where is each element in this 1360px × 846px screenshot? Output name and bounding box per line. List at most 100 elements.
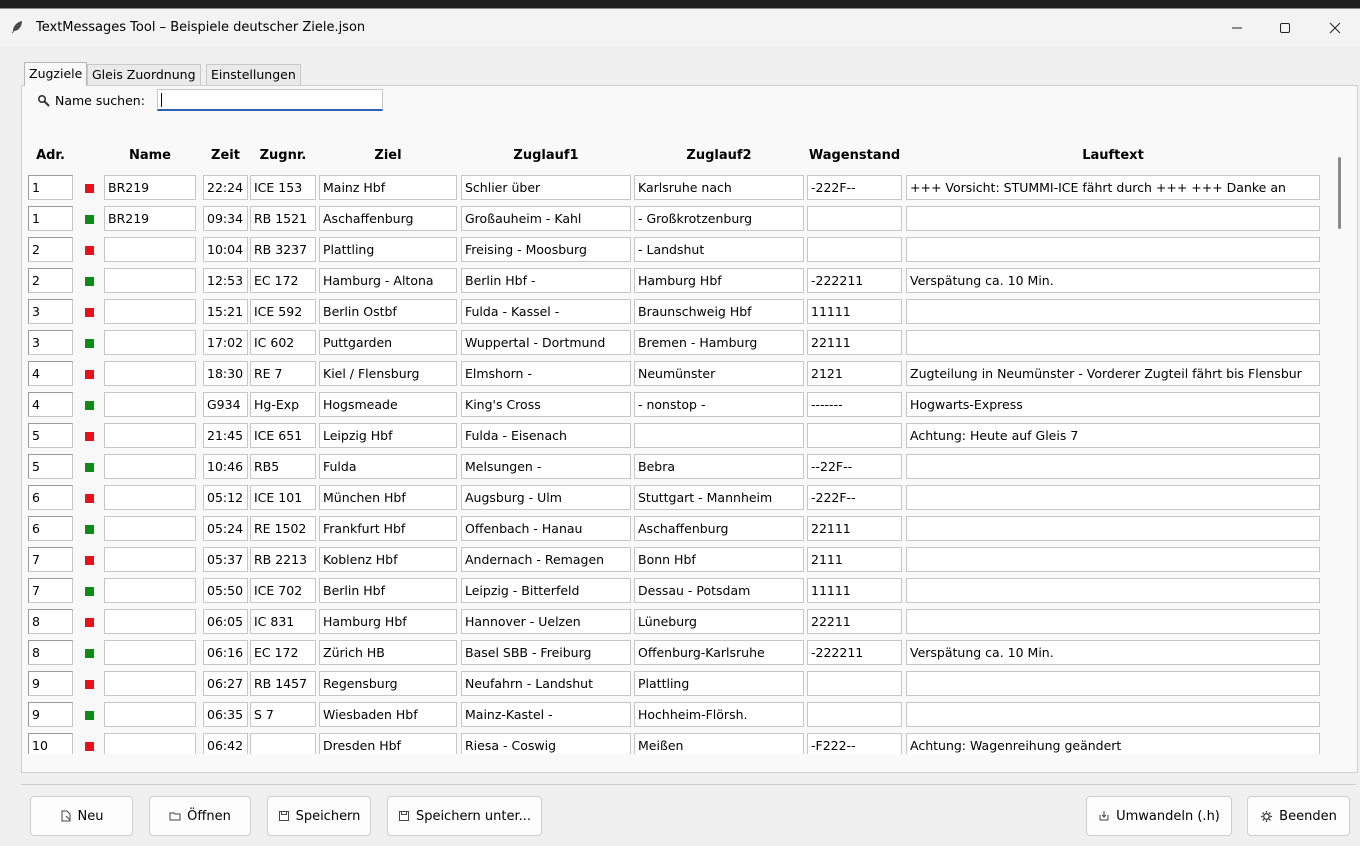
adr-field[interactable]: 4	[28, 361, 73, 386]
wagenstand-field[interactable]: -F222--	[807, 733, 902, 754]
zugnr-field[interactable]: RB 2213	[250, 547, 316, 572]
adr-field[interactable]: 5	[28, 454, 73, 479]
zugnr-field[interactable]: RB 1457	[250, 671, 316, 696]
zuglauf1-field[interactable]: Melsungen -	[461, 454, 631, 479]
zuglauf1-field[interactable]: Großauheim - Kahl	[461, 206, 631, 231]
adr-field[interactable]: 7	[28, 578, 73, 603]
zugnr-field[interactable]: ICE 153	[250, 175, 316, 200]
zeit-field[interactable]: G934	[203, 392, 248, 417]
ziel-field[interactable]: Hamburg - Altona	[319, 268, 457, 293]
zeit-field[interactable]: 10:46	[203, 454, 248, 479]
scrollbar-thumb[interactable]	[1338, 157, 1341, 229]
adr-field[interactable]: 1	[28, 206, 73, 231]
lauftext-field[interactable]	[906, 454, 1320, 479]
umwandeln-button[interactable]: Umwandeln (.h)	[1086, 796, 1232, 836]
lauftext-field[interactable]	[906, 237, 1320, 262]
zuglauf2-field[interactable]: Lüneburg	[634, 609, 804, 634]
adr-field[interactable]: 8	[28, 609, 73, 634]
name-field[interactable]	[104, 671, 196, 696]
ziel-field[interactable]: Hogsmeade	[319, 392, 457, 417]
adr-field[interactable]: 1	[28, 175, 73, 200]
name-field[interactable]	[104, 268, 196, 293]
wagenstand-field[interactable]: 22111	[807, 516, 902, 541]
adr-field[interactable]: 6	[28, 485, 73, 510]
ziel-field[interactable]: Koblenz Hbf	[319, 547, 457, 572]
lauftext-field[interactable]	[906, 206, 1320, 231]
ziel-field[interactable]: Frankfurt Hbf	[319, 516, 457, 541]
lauftext-field[interactable]: Zugteilung in Neumünster - Vorderer Zugt…	[906, 361, 1320, 386]
zugnr-field[interactable]: IC 831	[250, 609, 316, 634]
zeit-field[interactable]: 05:37	[203, 547, 248, 572]
zeit-field[interactable]: 06:16	[203, 640, 248, 665]
wagenstand-field[interactable]: -222211	[807, 268, 902, 293]
zuglauf2-field[interactable]	[634, 423, 804, 448]
zeit-field[interactable]: 12:53	[203, 268, 248, 293]
zuglauf2-field[interactable]: Offenburg-Karlsruhe	[634, 640, 804, 665]
wagenstand-field[interactable]	[807, 237, 902, 262]
lauftext-field[interactable]	[906, 547, 1320, 572]
zeit-field[interactable]: 06:27	[203, 671, 248, 696]
name-field[interactable]: BR219	[104, 206, 196, 231]
speichern-unter-button[interactable]: Speichern unter...	[387, 796, 542, 836]
wagenstand-field[interactable]: --22F--	[807, 454, 902, 479]
zuglauf1-field[interactable]: Basel SBB - Freiburg	[461, 640, 631, 665]
zuglauf1-field[interactable]: Leipzig - Bitterfeld	[461, 578, 631, 603]
name-field[interactable]	[104, 299, 196, 324]
lauftext-field[interactable]: Achtung: Heute auf Gleis 7	[906, 423, 1320, 448]
zuglauf1-field[interactable]: Freising - Moosburg	[461, 237, 631, 262]
neu-button[interactable]: Neu	[30, 796, 133, 836]
wagenstand-field[interactable]: 22211	[807, 609, 902, 634]
tab-einstellungen[interactable]: Einstellungen	[206, 64, 301, 85]
zuglauf1-field[interactable]: Elmshorn -	[461, 361, 631, 386]
adr-field[interactable]: 10	[28, 733, 73, 754]
lauftext-field[interactable]: +++ Vorsicht: STUMMI-ICE fährt durch +++…	[906, 175, 1320, 200]
ziel-field[interactable]: Kiel / Flensburg	[319, 361, 457, 386]
adr-field[interactable]: 7	[28, 547, 73, 572]
adr-field[interactable]: 5	[28, 423, 73, 448]
name-field[interactable]	[104, 702, 196, 727]
zuglauf1-field[interactable]: Fulda - Kassel -	[461, 299, 631, 324]
name-field[interactable]	[104, 485, 196, 510]
adr-field[interactable]: 3	[28, 330, 73, 355]
zuglauf2-field[interactable]: Bonn Hbf	[634, 547, 804, 572]
zugnr-field[interactable]: RB 3237	[250, 237, 316, 262]
zuglauf1-field[interactable]: Schlier über	[461, 175, 631, 200]
ziel-field[interactable]: Aschaffenburg	[319, 206, 457, 231]
zuglauf2-field[interactable]: - Großkrotzenburg	[634, 206, 804, 231]
lauftext-field[interactable]	[906, 516, 1320, 541]
lauftext-field[interactable]	[906, 299, 1320, 324]
zuglauf1-field[interactable]: Augsburg - Ulm	[461, 485, 631, 510]
zeit-field[interactable]: 18:30	[203, 361, 248, 386]
vertical-scrollbar[interactable]	[1334, 149, 1348, 753]
zugnr-field[interactable]: Hg-Exp	[250, 392, 316, 417]
zeit-field[interactable]: 10:04	[203, 237, 248, 262]
adr-field[interactable]: 2	[28, 268, 73, 293]
zuglauf2-field[interactable]: Neumünster	[634, 361, 804, 386]
name-field[interactable]	[104, 237, 196, 262]
ziel-field[interactable]: Hamburg Hbf	[319, 609, 457, 634]
lauftext-field[interactable]	[906, 609, 1320, 634]
lauftext-field[interactable]: Achtung: Wagenreihung geändert	[906, 733, 1320, 754]
zugnr-field[interactable]: EC 172	[250, 640, 316, 665]
wagenstand-field[interactable]: 2121	[807, 361, 902, 386]
zugnr-field[interactable]: S 7	[250, 702, 316, 727]
zuglauf2-field[interactable]: Hochheim-Flörsh.	[634, 702, 804, 727]
ziel-field[interactable]: München Hbf	[319, 485, 457, 510]
ziel-field[interactable]: Fulda	[319, 454, 457, 479]
ziel-field[interactable]: Leipzig Hbf	[319, 423, 457, 448]
name-field[interactable]	[104, 516, 196, 541]
name-field[interactable]	[104, 454, 196, 479]
ziel-field[interactable]: Regensburg	[319, 671, 457, 696]
zuglauf1-field[interactable]: Wuppertal - Dortmund	[461, 330, 631, 355]
name-field[interactable]	[104, 609, 196, 634]
wagenstand-field[interactable]: -222F--	[807, 175, 902, 200]
zeit-field[interactable]: 09:34	[203, 206, 248, 231]
wagenstand-field[interactable]	[807, 206, 902, 231]
zuglauf1-field[interactable]: King's Cross	[461, 392, 631, 417]
zeit-field[interactable]: 06:35	[203, 702, 248, 727]
ziel-field[interactable]: Puttgarden	[319, 330, 457, 355]
name-field[interactable]: BR219	[104, 175, 196, 200]
adr-field[interactable]: 9	[28, 702, 73, 727]
wagenstand-field[interactable]: 11111	[807, 299, 902, 324]
close-button[interactable]	[1310, 9, 1360, 47]
